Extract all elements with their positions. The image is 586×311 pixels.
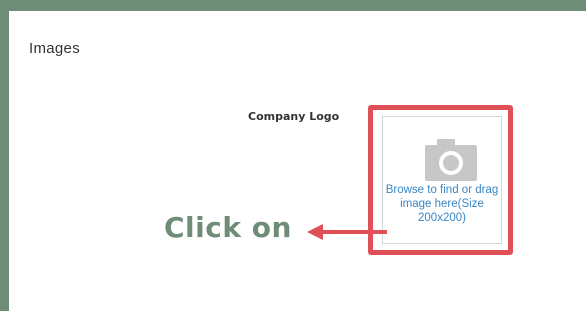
click-on-annotation: Click on xyxy=(164,211,292,244)
images-panel: Images Company Logo Browse to find or dr… xyxy=(9,11,586,311)
camera-icon xyxy=(425,139,477,181)
dropzone-instructions[interactable]: Browse to find or drag image here(Size 2… xyxy=(383,183,501,225)
company-logo-label: Company Logo xyxy=(248,110,340,123)
highlight-box: Browse to find or drag image here(Size 2… xyxy=(368,105,513,255)
section-title: Images xyxy=(29,40,80,57)
logo-upload-dropzone[interactable]: Browse to find or drag image here(Size 2… xyxy=(382,116,502,244)
arrow-left-icon xyxy=(307,224,387,240)
